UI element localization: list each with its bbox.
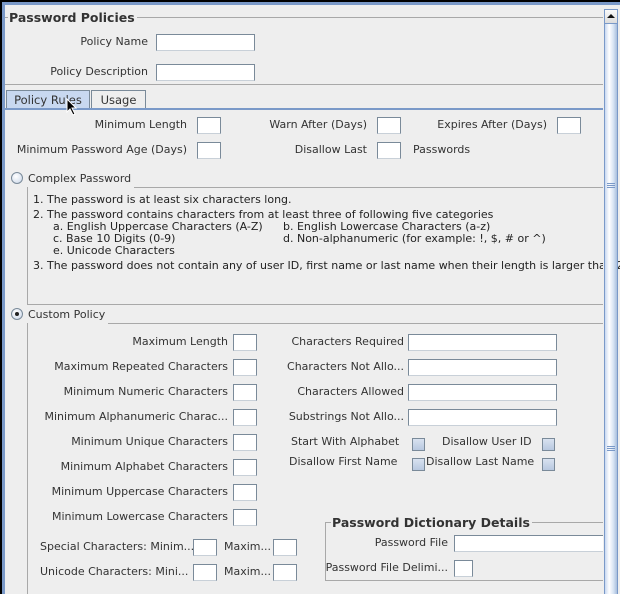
substrings-not-allowed-input[interactable]: [408, 409, 557, 426]
special-max-label: Maxim...: [224, 540, 272, 553]
disallow-last-name-label: Disallow Last Name: [426, 455, 535, 468]
maximum-length-label: Maximum Length: [132, 335, 228, 348]
unicode-characters-label: Unicode Characters: Mini...: [40, 565, 189, 578]
custom-policy-radio[interactable]: [11, 308, 23, 320]
rule-2d: d. Non-alphanumeric (for example: !, $, …: [283, 232, 546, 245]
passwords-suffix-label: Passwords: [413, 143, 471, 156]
disallow-user-id-label: Disallow User ID: [442, 435, 532, 448]
password-file-label: Password File: [374, 536, 448, 549]
complex-password-radio[interactable]: [11, 172, 23, 184]
characters-required-input[interactable]: [408, 334, 557, 351]
scroll-up-button[interactable]: [604, 9, 618, 24]
minimum-uppercase-label: Minimum Uppercase Characters: [51, 485, 228, 498]
minimum-uppercase-input[interactable]: [233, 484, 257, 501]
maximum-length-input[interactable]: [233, 334, 257, 351]
minimum-alphanumeric-label: Minimum Alphanumeric Charac...: [44, 410, 229, 423]
scroll-thumb[interactable]: [604, 24, 618, 594]
start-with-alphabet-checkbox[interactable]: [412, 438, 425, 451]
dictionary-border-bottom: [325, 580, 603, 581]
disallow-first-name-label: Disallow First Name: [289, 455, 398, 468]
maximum-repeated-input[interactable]: [233, 359, 257, 376]
dictionary-title: Password Dictionary Details: [331, 515, 532, 530]
minimum-length-label: Minimum Length: [94, 118, 187, 131]
custom-policy-label: Custom Policy: [28, 308, 106, 321]
minimum-alphabet-label: Minimum Alphabet Characters: [60, 460, 228, 473]
characters-allowed-label: Characters Allowed: [297, 385, 404, 398]
disallow-last-input[interactable]: [377, 142, 401, 159]
characters-allowed-input[interactable]: [408, 384, 557, 401]
divider: [5, 84, 603, 85]
special-max-input[interactable]: [273, 539, 297, 556]
section-title: Password Policies: [8, 10, 137, 25]
special-min-input[interactable]: [193, 539, 217, 556]
warn-after-label: Warn After (Days): [269, 118, 367, 131]
unicode-max-label: Maxim...: [224, 565, 272, 578]
minimum-numeric-input[interactable]: [233, 384, 257, 401]
minimum-lowercase-input[interactable]: [233, 509, 257, 526]
characters-not-allowed-label: Characters Not Allo...: [287, 360, 404, 373]
minimum-numeric-label: Minimum Numeric Characters: [63, 385, 228, 398]
minimum-alphabet-input[interactable]: [233, 459, 257, 476]
custom-border-top: [108, 323, 603, 324]
minimum-lowercase-label: Minimum Lowercase Characters: [51, 510, 228, 523]
expires-after-label: Expires After (Days): [437, 118, 547, 131]
warn-after-input[interactable]: [377, 117, 401, 134]
mouse-pointer-icon: [66, 98, 78, 116]
minimum-unique-input[interactable]: [233, 434, 257, 451]
substrings-not-allowed-label: Substrings Not Allo...: [288, 410, 404, 423]
disallow-first-name-checkbox[interactable]: [412, 458, 425, 471]
password-file-delimiter-input[interactable]: [454, 560, 473, 577]
password-file-input[interactable]: [454, 535, 606, 552]
policy-description-label: Policy Description: [50, 65, 148, 78]
characters-not-allowed-input[interactable]: [408, 359, 557, 376]
password-file-delimiter-label: Password File Delimi...: [325, 561, 448, 574]
characters-required-label: Characters Required: [291, 335, 405, 348]
rule-1: 1. The password is at least six characte…: [33, 193, 292, 206]
disallow-last-name-checkbox[interactable]: [542, 458, 555, 471]
rule-2e: e. Unicode Characters: [53, 244, 175, 257]
complex-password-label: Complex Password: [28, 172, 132, 185]
minimum-alphanumeric-input[interactable]: [233, 409, 257, 426]
minimum-age-input[interactable]: [197, 142, 221, 159]
complex-border-top: [134, 187, 603, 188]
special-characters-label: Special Characters: Minim...: [40, 540, 195, 553]
unicode-min-input[interactable]: [193, 564, 217, 581]
minimum-age-label: Minimum Password Age (Days): [16, 143, 187, 156]
up-triangle-icon: [607, 14, 615, 18]
minimum-length-input[interactable]: [197, 117, 221, 134]
disallow-last-label: Disallow Last: [294, 143, 367, 156]
rule-3: 3. The password does not contain any of …: [33, 259, 620, 272]
maximum-repeated-label: Maximum Repeated Characters: [54, 360, 228, 373]
complex-border-bottom: [27, 304, 603, 305]
unicode-max-input[interactable]: [273, 564, 297, 581]
policy-name-label: Policy Name: [80, 35, 148, 48]
complex-border-left: [27, 187, 28, 304]
disallow-user-id-checkbox[interactable]: [542, 438, 555, 451]
tab-usage[interactable]: Usage: [91, 90, 146, 110]
custom-border-left: [27, 323, 28, 594]
expires-after-input[interactable]: [557, 117, 581, 134]
minimum-unique-label: Minimum Unique Characters: [71, 435, 228, 448]
policy-name-input[interactable]: [156, 34, 255, 51]
tab-strip-border: [5, 108, 603, 110]
start-with-alphabet-label: Start With Alphabet: [291, 435, 400, 448]
policy-description-input[interactable]: [156, 64, 255, 81]
